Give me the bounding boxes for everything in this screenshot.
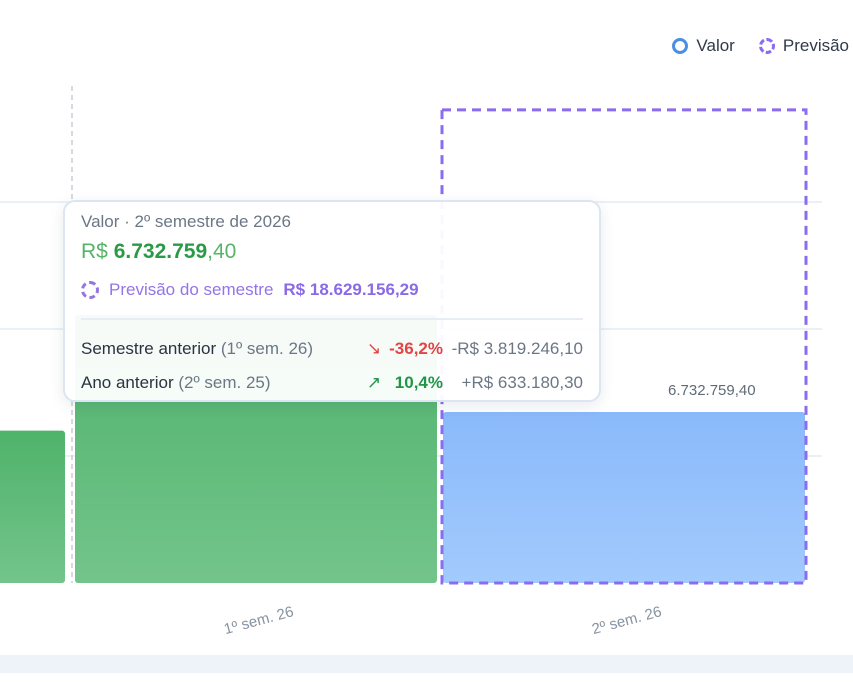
tooltip-forecast-value: R$ 18.629.156,29	[283, 280, 419, 299]
legend-item-forecast[interactable]: Previsão	[758, 36, 849, 56]
row-percent: -36,2%	[389, 339, 443, 358]
bar[interactable]	[0, 430, 65, 583]
bar[interactable]	[443, 411, 805, 583]
tooltip-value: R$ 6.732.759,40	[81, 240, 583, 268]
bar-value-label: 6.732.759,40	[668, 382, 756, 399]
tooltip-title: Valor · 2º semestre de 2026	[81, 212, 292, 231]
tooltip-forecast: Previsão do semestre R$ 18.629.156,29	[81, 280, 583, 300]
tooltip-row-previous-year: Ano anterior (2º sem. 25) ↗ 10,4% +R$ 63…	[81, 366, 583, 400]
row-absolute: -R$ 3.819.246,10	[451, 339, 583, 358]
tooltip-value-dec: ,40	[207, 240, 237, 263]
x-tick-label: 2º sem. 26	[590, 603, 663, 638]
row-percent: 10,4%	[394, 373, 443, 392]
tooltip-row-previous-semester: Semestre anterior (1º sem. 26) ↘ -36,2% …	[81, 332, 583, 366]
legend-value-label: Valor	[696, 36, 735, 55]
circle-icon	[672, 38, 689, 54]
chart-tooltip: Valor · 2º semestre de 2026 R$ 6.732.759…	[63, 200, 601, 402]
dashed-circle-icon	[758, 38, 775, 54]
legend-forecast-label: Previsão	[782, 36, 849, 55]
row-label: Ano anterior	[81, 373, 174, 392]
tooltip-value-int: 6.732.759	[113, 240, 208, 263]
legend: Valor Previsão	[672, 36, 849, 56]
row-label: Semestre anterior	[81, 339, 217, 358]
trend-up-icon: ↗	[366, 373, 382, 392]
tooltip-currency: R$	[81, 240, 108, 263]
row-period: (2º sem. 25)	[178, 373, 271, 392]
legend-item-value[interactable]: Valor	[672, 36, 735, 56]
x-tick-label: 1º sem. 26	[222, 603, 295, 638]
tooltip-divider	[81, 318, 583, 320]
scrollbar-track[interactable]	[0, 655, 853, 673]
row-absolute: +R$ 633.180,30	[461, 373, 583, 392]
trend-down-icon: ↘	[366, 339, 382, 358]
dashed-circle-icon	[81, 281, 99, 299]
tooltip-forecast-label: Previsão do semestre	[109, 280, 274, 299]
row-period: (1º sem. 26)	[220, 339, 314, 358]
